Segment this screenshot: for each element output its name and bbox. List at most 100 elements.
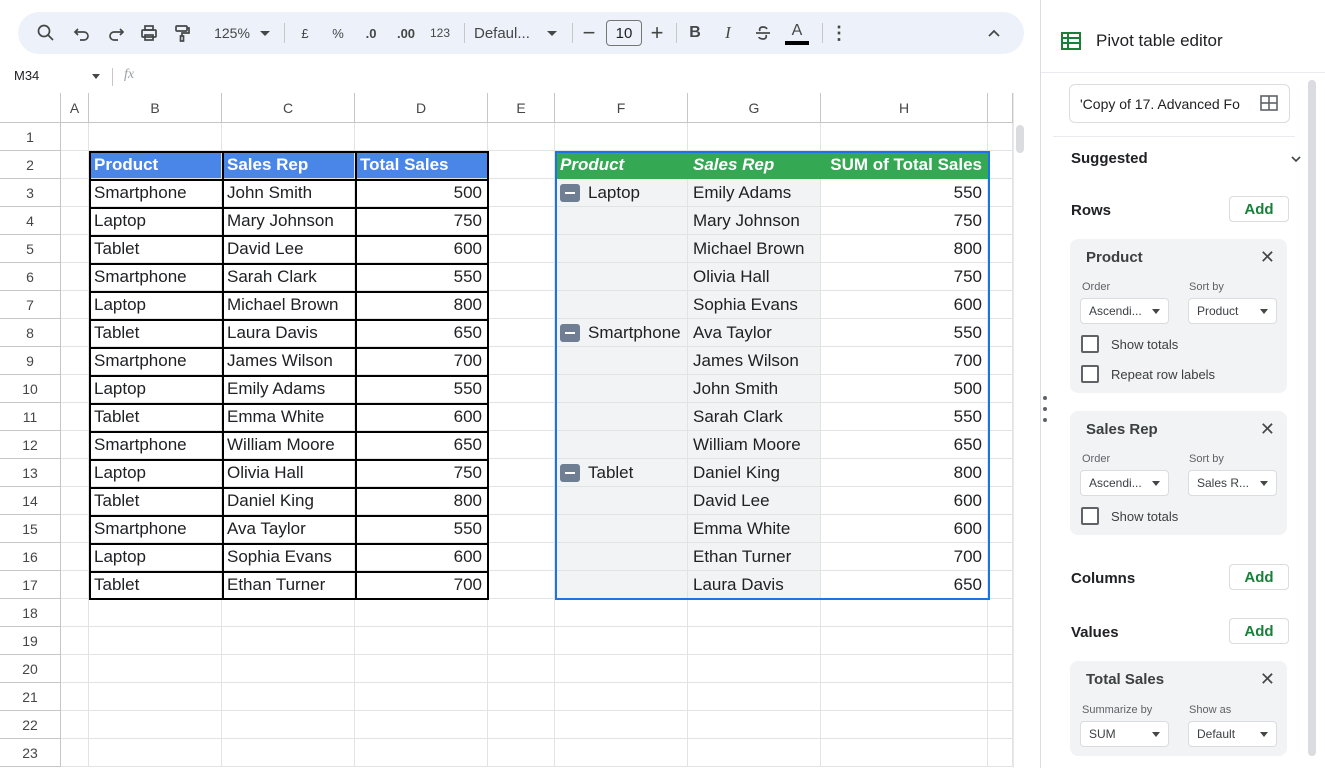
source-table-cell[interactable]: Smartphone [89,347,222,375]
column-header[interactable]: G [688,93,821,123]
source-table-cell[interactable]: 800 [355,291,488,319]
show-as-select[interactable]: Default [1188,721,1277,747]
source-table-cell[interactable]: Emily Adams [222,375,355,403]
zoom-select[interactable]: 125% [204,12,260,54]
pivot-header-cell[interactable]: Product [555,151,688,179]
source-header-cell[interactable]: Product [89,151,222,179]
close-icon[interactable]: ✕ [1260,419,1275,440]
grid-cell[interactable] [988,403,1013,431]
percent-button[interactable]: % [327,12,349,54]
order-select[interactable]: Ascendi... [1080,298,1169,324]
grid-cell[interactable] [222,683,355,711]
source-table-cell[interactable]: Laptop [89,291,222,319]
grid-cell[interactable] [222,711,355,739]
source-table-cell[interactable]: Ava Taylor [222,515,355,543]
pivot-table-cell[interactable] [555,487,688,515]
source-table-cell[interactable]: Laptop [89,459,222,487]
search-icon[interactable] [34,12,58,54]
source-table-cell[interactable]: Tablet [89,235,222,263]
print-icon[interactable] [137,12,161,54]
source-table-cell[interactable]: 550 [355,375,488,403]
pivot-table-cell[interactable]: Michael Brown [688,235,821,263]
order-select[interactable]: Ascendi... [1080,470,1169,496]
source-table-cell[interactable]: Michael Brown [222,291,355,319]
column-header[interactable]: D [355,93,488,123]
row-header[interactable]: 23 [0,739,61,767]
resize-handle[interactable] [1042,396,1048,422]
decrease-decimal-button[interactable]: .0 [358,12,384,54]
pivot-table-cell[interactable] [555,291,688,319]
strikethrough-icon[interactable] [752,12,774,54]
grid-cell[interactable] [488,123,555,151]
grid-cell[interactable] [821,599,988,627]
grid-cell[interactable] [61,431,89,459]
grid-cell[interactable] [488,515,555,543]
number-format-button[interactable]: 123 [426,12,454,54]
row-header[interactable]: 20 [0,655,61,683]
row-header[interactable]: 4 [0,207,61,235]
source-table-cell[interactable]: Laura Davis [222,319,355,347]
grid-cell[interactable] [89,123,222,151]
grid-cell[interactable] [488,375,555,403]
grid-cell[interactable] [555,627,688,655]
paint-format-icon[interactable] [170,12,194,54]
source-table-cell[interactable]: 650 [355,319,488,347]
pivot-table-cell[interactable]: Laura Davis [688,571,821,599]
grid-cell[interactable] [555,123,688,151]
grid-cell[interactable] [61,571,89,599]
pivot-table-cell[interactable]: Emma White [688,515,821,543]
grid-cell[interactable] [488,235,555,263]
grid-cell[interactable] [61,263,89,291]
grid-cell[interactable] [488,599,555,627]
row-header[interactable]: 13 [0,459,61,487]
collapse-group-icon[interactable] [560,183,580,202]
grid-cell[interactable] [488,711,555,739]
row-header[interactable]: 7 [0,291,61,319]
grid-cell[interactable] [988,459,1013,487]
column-header[interactable]: C [222,93,355,123]
grid-cell[interactable] [61,599,89,627]
grid-cell[interactable] [988,571,1013,599]
source-table-cell[interactable]: 700 [355,347,488,375]
grid-cell[interactable] [988,263,1013,291]
pivot-table-cell[interactable] [555,403,688,431]
column-header[interactable] [988,93,1013,123]
pivot-table-cell[interactable] [555,543,688,571]
row-header[interactable]: 22 [0,711,61,739]
pivot-table-cell[interactable]: Sarah Clark [688,403,821,431]
grid-cell[interactable] [688,739,821,767]
grid-cell[interactable] [488,739,555,767]
grid-cell[interactable] [61,543,89,571]
chevron-down-icon[interactable] [258,12,272,54]
columns-add-button[interactable]: Add [1229,564,1289,590]
grid-cell[interactable] [61,319,89,347]
pivot-table-cell[interactable] [555,235,688,263]
grid-cell[interactable] [488,403,555,431]
grid-cell[interactable] [222,739,355,767]
pivot-table-cell[interactable]: Smartphone [555,319,688,347]
grid-cell[interactable] [89,711,222,739]
grid-cell[interactable] [61,207,89,235]
grid-cell[interactable] [488,207,555,235]
grid-cell[interactable] [821,123,988,151]
pivot-table-cell[interactable] [555,515,688,543]
pivot-table-cell[interactable]: 750 [821,207,988,235]
text-color-button[interactable]: A [784,12,810,54]
grid-cell[interactable] [488,627,555,655]
pivot-table-cell[interactable]: 800 [821,235,988,263]
grid-cell[interactable] [355,711,488,739]
source-table-cell[interactable]: 700 [355,571,488,599]
pivot-table-cell[interactable]: Ethan Turner [688,543,821,571]
pivot-table-cell[interactable]: Emily Adams [688,179,821,207]
row-header[interactable]: 9 [0,347,61,375]
grid-cell[interactable] [355,599,488,627]
grid-cell[interactable] [89,599,222,627]
pivot-table-cell[interactable] [555,207,688,235]
grid-cell[interactable] [555,599,688,627]
grid-cell[interactable] [688,683,821,711]
grid-cell[interactable] [61,179,89,207]
grid-cell[interactable] [61,655,89,683]
select-all-corner[interactable] [0,93,61,123]
pivot-table-cell[interactable]: 600 [821,291,988,319]
increase-font-size-button[interactable]: + [648,12,666,54]
